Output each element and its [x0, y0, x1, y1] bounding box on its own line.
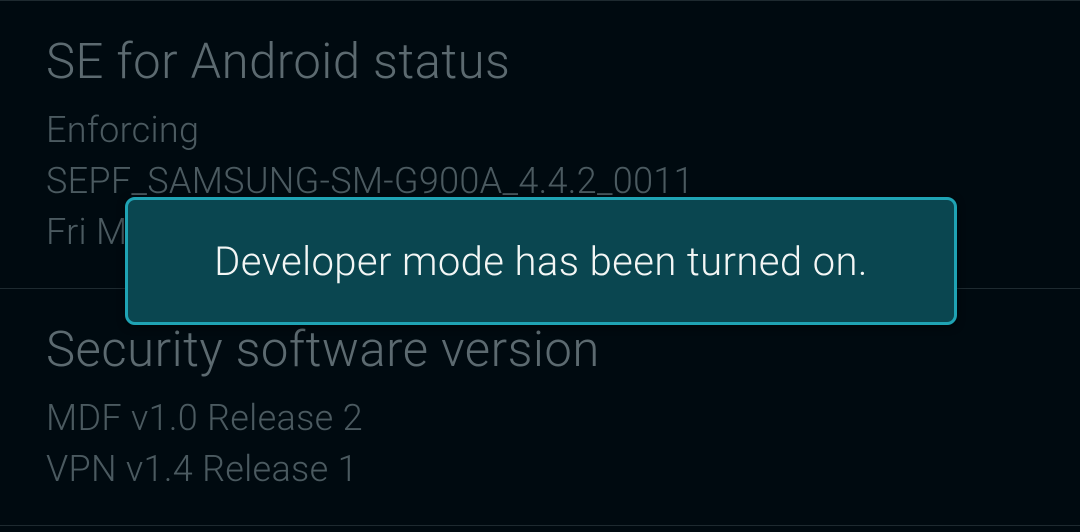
item-value: Enforcing: [46, 105, 1034, 156]
item-title: SE for Android status: [46, 33, 1034, 91]
item-value: MDF v1.0 Release 2: [46, 393, 1034, 444]
toast-message: Developer mode has been turned on.: [214, 238, 868, 285]
toast: Developer mode has been turned on.: [125, 197, 957, 325]
item-title: Security software version: [46, 321, 1034, 379]
item-value: VPN v1.4 Release 1: [46, 444, 1034, 495]
